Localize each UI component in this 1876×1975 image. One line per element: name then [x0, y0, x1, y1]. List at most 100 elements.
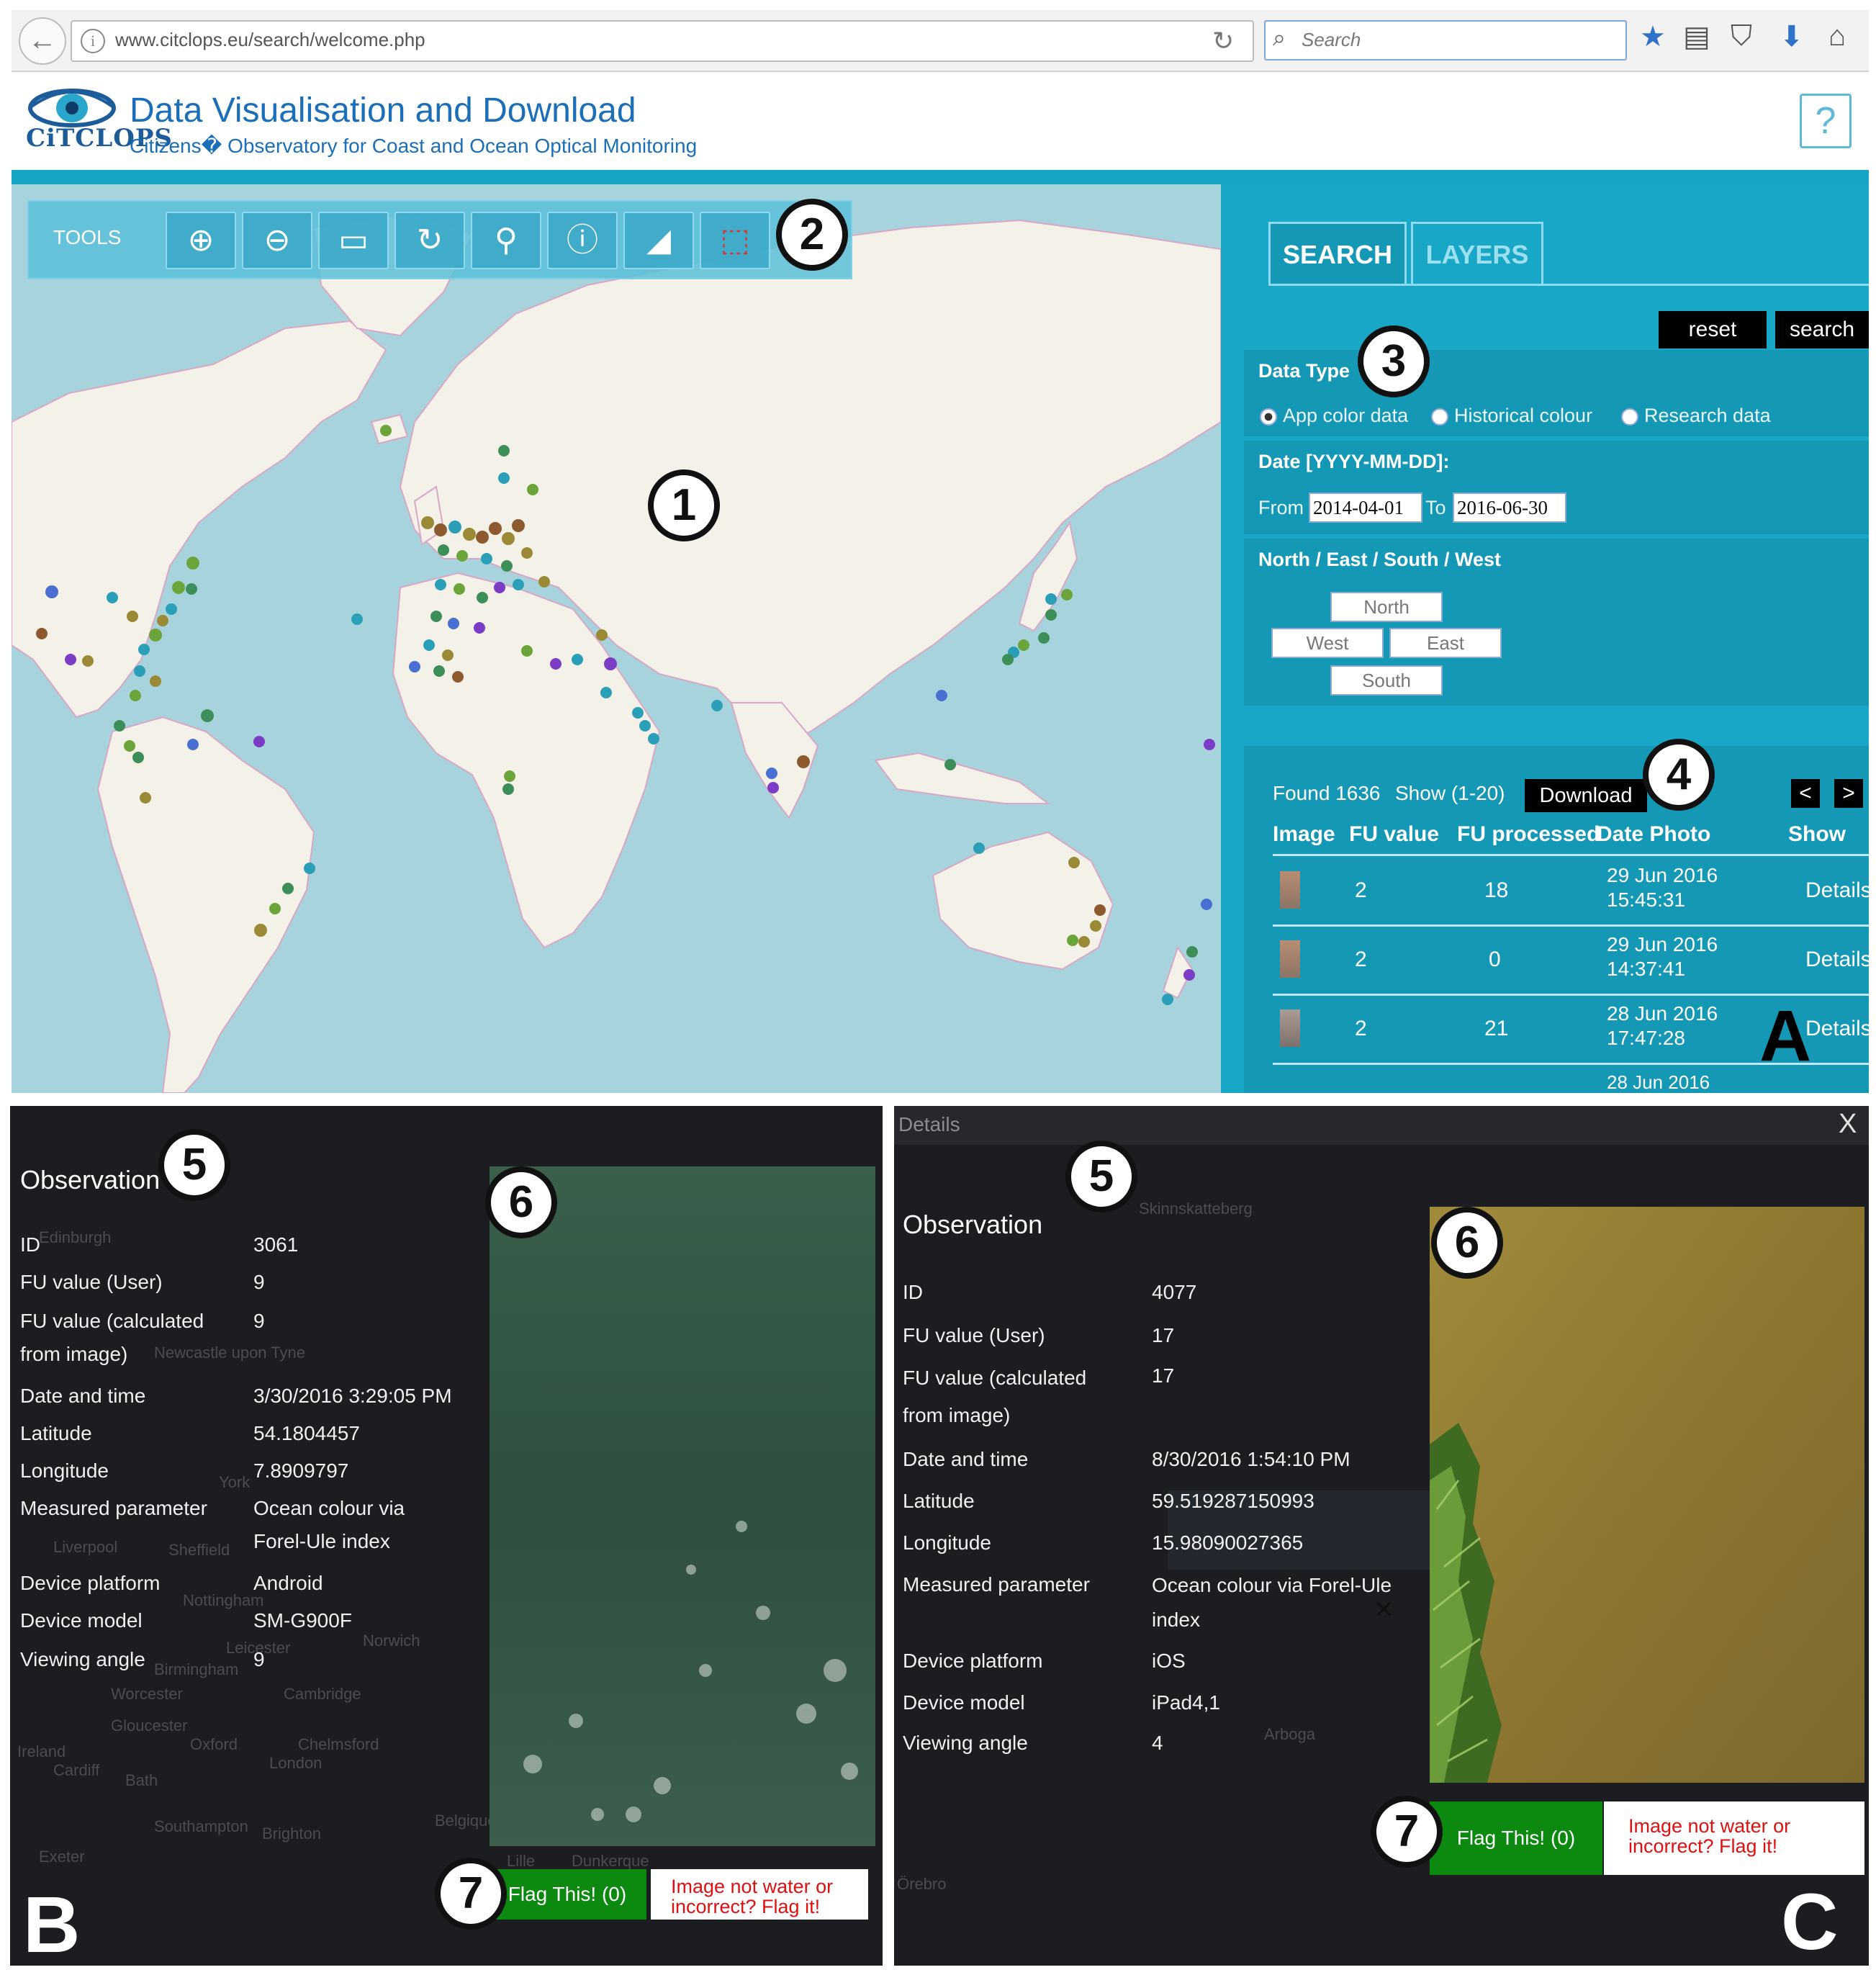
obs-point — [127, 611, 138, 622]
map-ghost-label: Cambridge — [284, 1685, 361, 1703]
obs-point — [433, 665, 445, 677]
field-value-fu-user: 17 — [1152, 1324, 1175, 1346]
obs-point — [474, 622, 485, 634]
world-map[interactable]: TOOLS ⊕ ⊖ ▭ ↻ ⚲ ⓘ ◢ ⬚ 2 1 — [12, 184, 1221, 1093]
help-button[interactable]: ? — [1800, 94, 1852, 148]
flag-this-button[interactable]: Flag This! (0) — [488, 1869, 646, 1920]
reading-list-icon[interactable]: ▤ — [1683, 20, 1710, 53]
rotate-icon[interactable]: ↻ — [394, 212, 465, 269]
zoom-out-icon[interactable]: ⊖ — [242, 212, 312, 269]
obs-point — [766, 768, 777, 779]
obs-point — [82, 655, 94, 667]
obs-point — [132, 752, 144, 763]
back-arrow-icon[interactable]: ← — [19, 17, 66, 65]
obs-point — [172, 581, 185, 594]
date-from-input[interactable]: 2014-04-01 — [1309, 492, 1422, 523]
field-label-fu-calculated: FU value (calculated from image) — [20, 1310, 204, 1365]
details-link[interactable]: Details — [1805, 948, 1869, 972]
reset-button[interactable]: reset — [1659, 311, 1767, 348]
prev-page-button[interactable]: < — [1791, 779, 1820, 808]
url-bar[interactable]: i www.citclops.eu/search/welcome.php ↻ — [71, 20, 1254, 62]
map-ghost-label: Arboga — [1264, 1725, 1315, 1743]
obs-point — [1090, 920, 1101, 932]
field-value-viewing-angle: 4 — [1152, 1732, 1163, 1754]
observation-thumbnail[interactable] — [1280, 871, 1300, 909]
tab-search[interactable]: SEARCH — [1268, 222, 1407, 286]
cell-time: 17:47:28 — [1607, 1027, 1685, 1049]
south-input[interactable]: South — [1330, 665, 1443, 696]
measure-icon[interactable]: ◢ — [623, 212, 694, 269]
map-ghost-label: Exeter — [39, 1848, 85, 1866]
obs-point — [600, 687, 612, 698]
box-select-icon[interactable]: ▭ — [318, 212, 389, 269]
map-ghost-label: Gloucester — [111, 1717, 188, 1735]
field-label-device-platform: Device platform — [20, 1572, 161, 1594]
reload-icon[interactable]: ↻ — [1212, 26, 1234, 56]
next-page-button[interactable]: > — [1834, 779, 1863, 808]
map-ghost-label: Oxford — [190, 1735, 238, 1753]
from-label: From — [1258, 497, 1304, 518]
obs-point — [1045, 593, 1057, 605]
obs-point — [944, 759, 956, 770]
date-to-input[interactable]: 2016-06-30 — [1453, 492, 1566, 523]
search-button[interactable]: search — [1775, 311, 1869, 348]
tab-layers[interactable]: LAYERS — [1411, 222, 1543, 286]
obs-point — [201, 709, 214, 722]
obs-point — [140, 792, 151, 804]
observation-thumbnail[interactable] — [1280, 940, 1300, 978]
select-area-icon[interactable]: ⬚ — [700, 212, 770, 269]
url-text[interactable]: www.citclops.eu/search/welcome.php — [115, 29, 425, 51]
found-count: Found 1636 — [1273, 782, 1381, 804]
field-value-device-platform: iOS — [1152, 1650, 1186, 1672]
obs-point — [502, 532, 515, 545]
obs-point — [481, 553, 492, 564]
radio-selected-icon[interactable] — [1260, 408, 1277, 426]
radio-research-data[interactable]: Research data — [1621, 405, 1771, 427]
field-label-measured-parameter: Measured parameter — [20, 1497, 207, 1519]
obs-point — [282, 883, 294, 894]
location-pin-icon[interactable]: ⚲ — [471, 212, 541, 269]
obs-point — [489, 522, 502, 535]
download-button[interactable]: Download — [1525, 779, 1647, 812]
callout-badge-2: 2 — [776, 199, 848, 271]
radio-historical-colour[interactable]: Historical colour — [1431, 405, 1592, 427]
obs-point — [166, 603, 177, 615]
observation-photo[interactable] — [490, 1166, 875, 1846]
field-value-fu-calculated: 17 — [1152, 1364, 1175, 1387]
west-input[interactable]: West — [1271, 628, 1384, 658]
date-title: Date [YYYY-MM-DD]: — [1258, 451, 1450, 472]
browser-search-input[interactable]: ⌕ Search — [1264, 20, 1627, 60]
obs-point — [498, 472, 510, 484]
map-ghost-label: Southampton — [154, 1817, 248, 1835]
radio-app-color-data[interactable]: App color data — [1260, 405, 1408, 427]
radio-unselected-icon[interactable] — [1621, 408, 1638, 426]
field-value-measured-parameter: Ocean colour via Forel-Ule index — [1152, 1574, 1392, 1631]
field-value-device-model: iPad4,1 — [1152, 1691, 1220, 1714]
close-icon[interactable]: X — [1839, 1109, 1857, 1140]
details-link[interactable]: Details — [1805, 1017, 1869, 1041]
cell-date: 28 Jun 2016 — [1607, 1002, 1718, 1025]
pocket-icon[interactable]: ⛉ — [1731, 20, 1752, 53]
home-icon[interactable]: ⌂ — [1828, 20, 1846, 53]
cell-fu-value: 2 — [1355, 948, 1367, 971]
north-input[interactable]: North — [1330, 592, 1443, 622]
info-icon[interactable]: i — [81, 29, 105, 53]
observation-photo[interactable] — [1430, 1207, 1864, 1783]
map-canvas[interactable] — [12, 184, 1221, 1093]
east-input[interactable]: East — [1389, 628, 1502, 658]
flag-this-button[interactable]: Flag This! (0) — [1430, 1801, 1602, 1875]
cell-date: 29 Jun 2016 — [1607, 864, 1718, 886]
callout-badge-5: 5 — [158, 1129, 230, 1201]
map-ghost-label: Liverpool — [53, 1538, 118, 1556]
download-icon[interactable]: ⬇ — [1780, 20, 1804, 53]
observation-thumbnail[interactable] — [1280, 1009, 1300, 1047]
bookmark-star-icon[interactable]: ★ — [1640, 20, 1666, 53]
obs-point — [253, 736, 265, 747]
details-link[interactable]: Details — [1805, 878, 1869, 903]
info-icon[interactable]: ⓘ — [547, 212, 618, 269]
zoom-in-icon[interactable]: ⊕ — [166, 212, 236, 269]
radio-unselected-icon[interactable] — [1431, 408, 1448, 426]
map-ghost-label: Chelmsford — [298, 1735, 379, 1753]
obs-point — [138, 644, 150, 655]
tools-toolbar: TOOLS ⊕ ⊖ ▭ ↻ ⚲ ⓘ ◢ ⬚ — [27, 200, 852, 279]
